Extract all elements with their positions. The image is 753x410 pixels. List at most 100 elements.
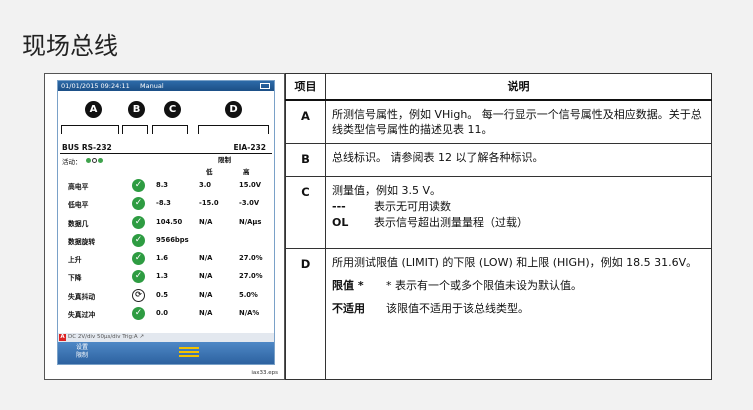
header-item: 项目 — [285, 72, 326, 101]
screenshot-figure: 01/01/2015 09:24:11 Manual A B C D BUS R… — [44, 73, 285, 380]
device-datetime: 01/01/2015 09:24:11 — [61, 82, 130, 90]
activity-dot-icon — [98, 157, 103, 163]
sub-value: 该限值不适用于该总线类型。 — [386, 302, 529, 316]
measurement-high: 5.0% — [239, 290, 258, 299]
bracket-b — [122, 125, 148, 134]
bracket-c — [152, 125, 188, 134]
check-icon: ✓ — [132, 307, 145, 321]
measurement-row: 低电平 ✓ -8.3 -15.0 -3.0V — [58, 194, 274, 212]
check-icon: ✓ — [132, 252, 145, 266]
measurement-name: 低电平 — [68, 201, 89, 210]
item-description: 所测信号属性，例如 VHigh。 每一行显示一个信号属性及相应数据。关于总线类型… — [325, 99, 712, 145]
description-text: 所测信号属性，例如 VHigh。 每一行显示一个信号属性及相应数据。关于总线类型… — [332, 107, 702, 136]
sub-value: 表示无可用读数 — [374, 199, 451, 213]
device-status-bar: 01/01/2015 09:24:11 Manual — [58, 81, 274, 91]
sub-value: 表示信号超出测量量程（过载） — [374, 215, 528, 229]
measurement-row: 下降 ✓ 1.3 N/A 27.0% — [58, 267, 274, 285]
item-letter: C — [285, 175, 326, 250]
high-header: 高 — [243, 168, 250, 176]
item-description: 总线标识。 请参阅表 12 以了解各种标识。 — [325, 143, 712, 177]
device-mode: Manual — [140, 82, 164, 90]
measurement-high: N/Aμs — [239, 217, 262, 226]
sub-key: --- — [332, 199, 346, 213]
scope-settings: DC 2V/div 50μs/div Trig:A ↗ — [68, 334, 145, 340]
sub-entry: OL 表示信号超出测量量程（过载） — [332, 215, 705, 230]
sub-key: 限值 * — [332, 279, 364, 293]
description-text: 所用测试限值 (LIMIT) 的下限 (LOW) 和上限 (HIGH)，例如 1… — [332, 256, 698, 270]
measurement-row: 失真过冲 ✓ 0.0 N/A N/A% — [58, 304, 274, 322]
measurement-value: 0.0 — [156, 309, 169, 318]
activity-label: 活动： — [62, 158, 82, 166]
limit-columns: 低 高 — [58, 166, 274, 176]
measurement-name: 数据几 — [68, 219, 89, 228]
measurement-name: 下降 — [68, 274, 82, 283]
setup-limits-softkey[interactable]: 设置 限制 — [76, 344, 88, 360]
item-description: 所用测试限值 (LIMIT) 的下限 (LOW) 和上限 (HIGH)，例如 1… — [325, 248, 712, 380]
limit-header: 限制 — [218, 156, 231, 164]
figure-id: iax33.eps — [251, 370, 278, 376]
item-description: 测量值，例如 3.5 V。 --- 表示无可用读数 OL 表示信号超出测量量程（过载） — [325, 175, 712, 250]
sub-entry: 限值 * * 表示有一个或多个限值未设为默认值。 — [332, 278, 705, 293]
measurement-low: N/A — [199, 217, 213, 226]
header-desc: 说明 — [325, 72, 712, 101]
measurement-list: 高电平 ✓ 8.3 3.0 15.0V 低电平 ✓ -8.3 -15.0 -3.0V 数据几 ✓ 104… — [58, 176, 274, 322]
measurement-value: 9566bps — [156, 235, 189, 244]
measurement-name: 失真过冲 — [68, 311, 96, 320]
check-icon: ✓ — [132, 197, 145, 211]
callout-c: C — [164, 101, 181, 118]
table-row: B 总线标识。 请参阅表 12 以了解各种标识。 — [285, 143, 712, 177]
measurement-low: N/A — [199, 272, 213, 281]
callout-d: D — [225, 101, 242, 118]
bracket-d — [198, 125, 269, 134]
menu-icon[interactable] — [179, 347, 199, 359]
measurement-value: 0.5 — [156, 290, 169, 299]
activity-row: 活动： 限制 — [58, 154, 274, 166]
measurement-value: 8.3 — [156, 181, 169, 189]
check-icon: ✓ — [132, 215, 145, 229]
measurement-row: 上升 ✓ 1.6 N/A 27.0% — [58, 249, 274, 267]
sub-key: 不适用 — [332, 302, 365, 316]
measurement-row: 数据旋转 ✓ 9566bps — [58, 231, 274, 249]
activity-indicators — [86, 156, 104, 164]
measurement-low: 3.0 — [199, 181, 212, 189]
measurement-high: -3.0V — [239, 199, 260, 208]
low-header: 低 — [206, 168, 213, 176]
table-row: C 测量值，例如 3.5 V。 --- 表示无可用读数 OL 表示信号超出测量量程（过载） — [285, 175, 712, 250]
instrument-screen: 01/01/2015 09:24:11 Manual A B C D BUS R… — [57, 80, 275, 365]
bus-name: BUS RS-232 — [62, 143, 112, 152]
measurement-value: -8.3 — [156, 199, 171, 208]
check-icon: ✓ — [132, 233, 145, 247]
sub-value: * 表示有一个或多个限值未设为默认值。 — [386, 279, 582, 293]
measurement-value: 104.50 — [156, 217, 183, 226]
scope-status-strip: A DC 2V/div 50μs/div Trig:A ↗ — [58, 333, 274, 342]
description-text: 总线标识。 请参阅表 12 以了解各种标识。 — [332, 151, 544, 165]
item-letter: A — [285, 99, 326, 145]
measurement-name: 数据旋转 — [68, 237, 96, 246]
check-icon: ✓ — [132, 179, 145, 192]
table-header-row: 项目 说明 — [285, 72, 712, 101]
measurement-high: 27.0% — [239, 254, 263, 263]
sub-entry: 不适用 该限值不适用于该总线类型。 — [332, 301, 705, 316]
measurement-name: 高电平 — [68, 183, 89, 191]
sub-key: OL — [332, 215, 349, 229]
bus-header: BUS RS-232 EIA-232 — [58, 143, 274, 153]
measurement-name: 失真抖动 — [68, 292, 96, 301]
battery-icon — [260, 83, 270, 89]
check-icon: ✓ — [132, 270, 145, 284]
measurement-low: -15.0 — [199, 199, 219, 208]
measurement-row: 数据几 ✓ 104.50 N/A N/Aμs — [58, 213, 274, 231]
measurement-low: N/A — [199, 254, 213, 263]
bus-type: EIA-232 — [233, 143, 267, 152]
description-text: 测量值，例如 3.5 V。 — [332, 183, 442, 197]
table-row: D 所用测试限值 (LIMIT) 的下限 (LOW) 和上限 (HIGH)，例如 … — [285, 248, 712, 380]
measurement-row: 失真抖动 ⟳ 0.5 N/A 5.0% — [58, 286, 274, 304]
measurement-name: 上升 — [68, 256, 82, 265]
sub-entry: --- 表示无可用读数 — [332, 199, 705, 214]
page-title: 现场总线 — [22, 32, 118, 60]
measurement-value: 1.6 — [156, 254, 169, 263]
softkey-bar: 设置 限制 — [58, 342, 274, 364]
channel-a-icon: A — [59, 334, 66, 341]
table-row: A 所测信号属性，例如 VHigh。 每一行显示一个信号属性及相应数据。关于总线类… — [285, 99, 712, 145]
refresh-icon: ⟳ — [132, 288, 145, 302]
measurement-high: 15.0V — [239, 181, 262, 189]
